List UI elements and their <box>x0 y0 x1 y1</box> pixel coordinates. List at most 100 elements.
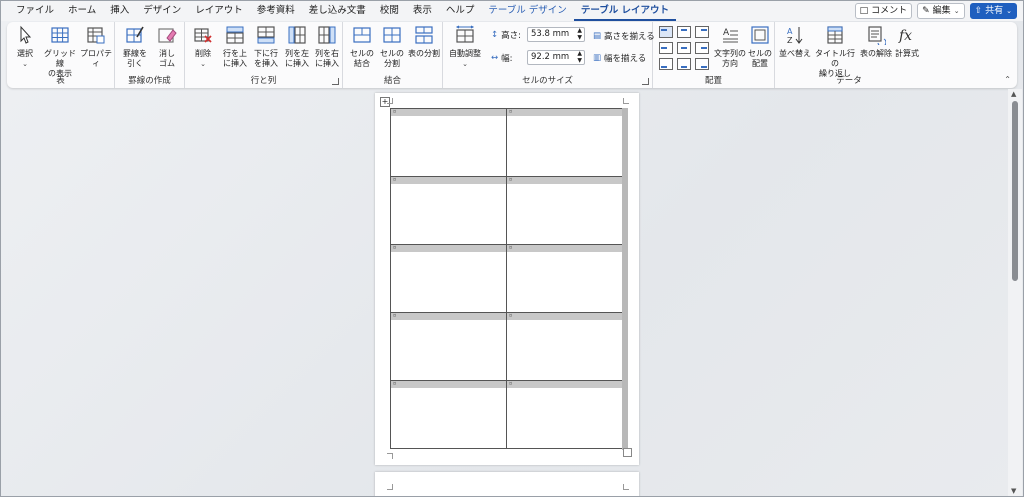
comment-button[interactable]: □ コメント <box>854 3 913 19</box>
table-cell[interactable]: ¤ <box>506 312 623 381</box>
distribute-columns-button[interactable]: ▥ 幅を揃える <box>593 52 646 64</box>
table-row[interactable]: ¤ ¤ <box>390 244 623 313</box>
insert-above-button[interactable]: 行を上 に挿入 <box>221 25 249 69</box>
chevron-down-icon: ⌄ <box>22 60 28 68</box>
scrollbar-thumb[interactable] <box>1012 101 1018 281</box>
cell-end-mark: ¤ <box>391 381 506 388</box>
gridlines-icon <box>51 27 69 43</box>
convert-to-text-icon <box>868 26 887 47</box>
table-row[interactable]: ¤ ¤ <box>390 380 623 449</box>
table-cell[interactable]: ¤ <box>506 176 623 245</box>
tab-insert[interactable]: 挿入 <box>103 1 136 21</box>
split-cells-button[interactable]: セルの 分割 <box>379 25 405 69</box>
rows-columns-launcher[interactable] <box>332 78 339 85</box>
repeat-header-icon <box>827 26 843 44</box>
draw-table-button[interactable]: 罫線を 引く <box>121 25 149 69</box>
insert-row-above-icon <box>226 26 244 44</box>
table-resize-handle[interactable] <box>623 448 632 457</box>
row-height-input[interactable]: 53.8 mm ▲ ▼ <box>527 27 585 42</box>
table-row[interactable]: ¤ ¤ <box>390 176 623 245</box>
formula-button[interactable]: fx 計算式 <box>893 25 921 59</box>
align-top-right-button[interactable] <box>695 26 709 38</box>
insert-right-button[interactable]: 列を右 に挿入 <box>313 25 341 69</box>
autofit-icon <box>455 25 475 43</box>
tab-mailings[interactable]: 差し込み文書 <box>302 1 373 21</box>
align-bottom-center-button[interactable] <box>677 58 691 70</box>
scroll-up-icon[interactable]: ▲ <box>1011 90 1016 98</box>
align-top-left-button[interactable] <box>659 26 673 38</box>
edit-mode-button[interactable]: ✎ 編集 ⌄ <box>917 3 965 19</box>
alignment-grid <box>659 26 719 72</box>
align-top-right-icon <box>701 29 707 31</box>
table-cell[interactable]: ¤ <box>390 108 507 177</box>
tab-review[interactable]: 校閲 <box>373 1 406 21</box>
table-cell[interactable]: ¤ <box>390 176 507 245</box>
distribute-rows-button[interactable]: ▤ 高さを揃える <box>593 30 655 42</box>
share-button[interactable]: ⇧ 共有 ⌄ <box>969 3 1017 19</box>
delete-table-icon <box>194 28 212 43</box>
vertical-scrollbar[interactable]: ▲ ▼ <box>1008 89 1022 496</box>
table-cell[interactable]: ¤ <box>390 244 507 313</box>
view-gridlines-button[interactable]: グリッド線 の表示 <box>41 25 79 79</box>
tab-layout[interactable]: レイアウト <box>188 1 250 21</box>
cell-end-mark: ¤ <box>507 313 622 320</box>
align-bottom-right-button[interactable] <box>695 58 709 70</box>
margin-mark <box>623 484 629 490</box>
table-cell[interactable]: ¤ <box>390 380 507 449</box>
autofit-button[interactable]: 自動調整 ⌄ <box>447 25 483 69</box>
column-width-input[interactable]: 92.2 mm ▲ ▼ <box>527 50 585 65</box>
margin-mark <box>387 453 393 459</box>
repeat-header-rows-button[interactable]: タイトル行の 繰り返し <box>813 25 857 79</box>
table-cell[interactable]: ¤ <box>506 108 623 177</box>
fx-icon: fx <box>898 28 912 44</box>
tab-view[interactable]: 表示 <box>406 1 439 21</box>
align-top-center-button[interactable] <box>677 26 691 38</box>
eraser-button[interactable]: 消し ゴム <box>153 25 181 69</box>
insert-left-button[interactable]: 列を左 に挿入 <box>283 25 311 69</box>
tab-help[interactable]: ヘルプ <box>439 1 482 21</box>
scroll-down-icon[interactable]: ▼ <box>1011 487 1016 495</box>
cell-end-mark: ¤ <box>391 177 506 184</box>
align-bottom-left-button[interactable] <box>659 58 673 70</box>
tab-design[interactable]: デザイン <box>136 1 188 21</box>
insert-below-button[interactable]: 下に行 を挿入 <box>252 25 280 69</box>
delete-button[interactable]: 削除 ⌄ <box>189 25 217 69</box>
sort-button[interactable]: AZ 並べ替え <box>779 25 811 59</box>
align-middle-center-button[interactable] <box>677 42 691 54</box>
table-row[interactable]: ¤ ¤ <box>390 312 623 381</box>
svg-text:A: A <box>723 28 730 38</box>
align-middle-right-button[interactable] <box>695 42 709 54</box>
table-cell[interactable]: ¤ <box>390 312 507 381</box>
cell-end-mark: ¤ <box>507 245 622 252</box>
collapse-ribbon-icon[interactable]: ⌃ <box>1004 75 1011 84</box>
chevron-down-icon: ⌄ <box>200 60 206 68</box>
properties-button[interactable]: プロパティ <box>79 25 113 69</box>
column-width-control: ↔ 幅: <box>491 53 513 64</box>
align-middle-left-button[interactable] <box>659 42 673 54</box>
convert-to-text-button[interactable]: 表の解除 <box>859 25 893 59</box>
document-page[interactable]: + ¤ ¤ ¤ ¤ ¤ ¤ ¤ ¤ ¤ ¤ <box>375 93 639 465</box>
tab-references[interactable]: 参考資料 <box>250 1 302 21</box>
tab-table-design[interactable]: テーブル デザイン <box>481 1 573 21</box>
svg-text:Z: Z <box>787 36 793 45</box>
cell-end-mark: ¤ <box>391 245 506 252</box>
text-direction-button[interactable]: A 文字列の 方向 <box>713 25 747 69</box>
cell-size-launcher[interactable] <box>642 78 649 85</box>
table-cell[interactable]: ¤ <box>506 380 623 449</box>
table-group: 選択 ⌄ グリッド線 の表示 プロパティ 表 <box>7 22 115 88</box>
next-page[interactable] <box>375 472 639 496</box>
properties-icon <box>87 27 105 44</box>
tab-table-layout[interactable]: テーブル レイアウト <box>573 1 677 21</box>
eraser-icon <box>158 28 177 43</box>
tab-file[interactable]: ファイル <box>9 1 61 21</box>
select-button[interactable]: 選択 ⌄ <box>13 25 37 69</box>
document-table[interactable]: ¤ ¤ ¤ ¤ ¤ ¤ ¤ ¤ ¤ ¤ <box>390 108 623 449</box>
merge-cells-button[interactable]: セルの 結合 <box>349 25 375 69</box>
table-cell[interactable]: ¤ <box>506 244 623 313</box>
alignment-group: A 文字列の 方向 セルの 配置 配置 <box>653 22 775 88</box>
align-bottom-right-icon <box>701 66 707 68</box>
split-table-button[interactable]: 表の分割 <box>407 25 441 59</box>
cell-margins-button[interactable]: セルの 配置 <box>747 25 773 69</box>
tab-home[interactable]: ホーム <box>61 1 103 21</box>
table-row[interactable]: ¤ ¤ <box>390 108 623 177</box>
